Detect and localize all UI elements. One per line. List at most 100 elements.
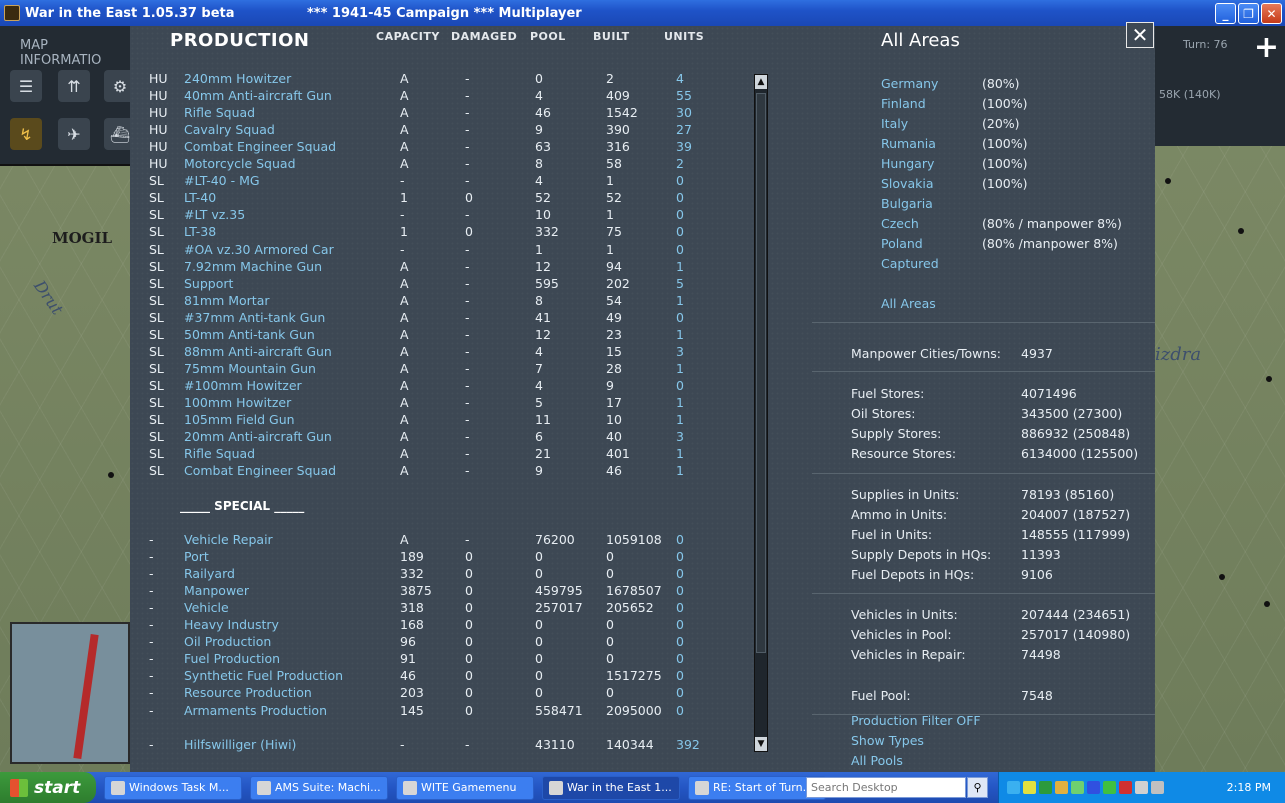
col-pool[interactable]: POOL xyxy=(530,30,566,43)
tray-mail-icon[interactable] xyxy=(1119,781,1132,794)
production-row[interactable]: - Port 189 0 0 0 0 xyxy=(130,549,750,566)
production-row[interactable]: SL 50mm Anti-tank Gun A - 12 23 1 xyxy=(130,327,750,344)
production-row[interactable]: - Heavy Industry 168 0 0 0 0 xyxy=(130,617,750,634)
tray-shield-icon[interactable] xyxy=(1055,781,1068,794)
air-mode-icon[interactable]: ✈ xyxy=(58,118,90,150)
country-name[interactable]: Italy xyxy=(881,116,908,131)
production-row[interactable]: SL 7.92mm Machine Gun A - 12 94 1 xyxy=(130,259,750,276)
country-name[interactable]: Bulgaria xyxy=(881,196,933,211)
row-capacity: A xyxy=(400,463,409,479)
production-row[interactable]: HU Motorcycle Squad A - 8 58 2 xyxy=(130,156,750,173)
production-row[interactable]: HU 40mm Anti-aircraft Gun A - 4 409 55 xyxy=(130,88,750,105)
show-types-link[interactable]: Show Types xyxy=(851,733,924,748)
all-areas-link[interactable]: All Areas xyxy=(881,296,936,311)
production-row[interactable]: SL LT-40 1 0 52 52 0 xyxy=(130,190,750,207)
minimap[interactable] xyxy=(10,622,130,764)
production-row[interactable]: SL Rifle Squad A - 21 401 1 xyxy=(130,446,750,463)
layers-icon[interactable]: ☰ xyxy=(10,70,42,102)
production-row[interactable]: - Armaments Production 145 0 558471 2095000 0 xyxy=(130,703,750,720)
close-window-button[interactable]: ✕ xyxy=(1261,3,1282,24)
production-row[interactable]: - Fuel Production 91 0 0 0 0 xyxy=(130,651,750,668)
production-row[interactable]: SL #37mm Anti-tank Gun A - 41 49 0 xyxy=(130,310,750,327)
country-name[interactable]: Slovakia xyxy=(881,176,933,191)
production-row[interactable]: HU 240mm Howitzer A - 0 2 4 xyxy=(130,71,750,88)
tray-bluetooth-icon[interactable] xyxy=(1087,781,1100,794)
row-built: 140344 xyxy=(606,737,654,752)
col-units[interactable]: UNITS xyxy=(664,30,704,43)
window-title: War in the East 1.05.37 beta xyxy=(25,5,235,21)
tray-monitor-icon[interactable] xyxy=(1135,781,1148,794)
production-row[interactable]: - Oil Production 96 0 0 0 0 xyxy=(130,634,750,651)
maximize-button[interactable]: ❐ xyxy=(1238,3,1259,24)
ground-mode-icon[interactable]: ↯ xyxy=(10,118,42,150)
all-pools-link[interactable]: All Pools xyxy=(851,753,903,768)
col-damaged[interactable]: DAMAGED xyxy=(451,30,517,43)
production-row[interactable]: - Hilfswilliger (Hiwi) - - 43110 140344 392 xyxy=(130,737,750,754)
units-icon[interactable]: ⇈ xyxy=(58,70,90,102)
production-row[interactable]: SL Support A - 595 202 5 xyxy=(130,276,750,293)
production-row[interactable]: SL 88mm Anti-aircraft Gun A - 4 15 3 xyxy=(130,344,750,361)
search-icon[interactable]: ⚲ xyxy=(967,777,988,798)
production-row[interactable]: HU Cavalry Squad A - 9 390 27 xyxy=(130,122,750,139)
row-damaged: 0 xyxy=(465,549,473,565)
scroll-down-arrow-icon[interactable]: ▼ xyxy=(755,737,767,751)
minimize-button[interactable]: _ xyxy=(1215,3,1236,24)
production-row[interactable]: - Railyard 332 0 0 0 0 xyxy=(130,566,750,583)
production-row[interactable]: SL 81mm Mortar A - 8 54 1 xyxy=(130,293,750,310)
stat-value: 343500 (27300) xyxy=(1021,406,1123,421)
production-scrollbar[interactable]: ▲ ▼ xyxy=(754,74,768,752)
tray-green-icon[interactable] xyxy=(1071,781,1084,794)
country-name[interactable]: Captured xyxy=(881,256,939,271)
country-name[interactable]: Poland xyxy=(881,236,923,251)
country-name[interactable]: Finland xyxy=(881,96,926,111)
row-built: 49 xyxy=(606,309,622,325)
col-built[interactable]: BUILT xyxy=(593,30,630,43)
production-row[interactable]: SL 105mm Field Gun A - 11 10 1 xyxy=(130,412,750,429)
country-name[interactable]: Rumania xyxy=(881,136,936,151)
row-units: 1 xyxy=(676,292,684,308)
row-units: 4 xyxy=(676,71,684,86)
production-row[interactable]: SL 75mm Mountain Gun A - 7 28 1 xyxy=(130,361,750,378)
taskbar-item[interactable]: Windows Task M... xyxy=(104,775,242,800)
taskbar-item[interactable]: War in the East 1... xyxy=(542,775,680,800)
tray-app-icon[interactable] xyxy=(1039,781,1052,794)
tray-volume-icon[interactable] xyxy=(1151,781,1164,794)
production-row[interactable]: - Vehicle 318 0 257017 205652 0 xyxy=(130,600,750,617)
taskbar-item[interactable]: WITE Gamemenu xyxy=(396,775,534,800)
col-capacity[interactable]: CAPACITY xyxy=(376,30,440,43)
production-row[interactable]: SL #OA vz.30 Armored Car - - 1 1 0 xyxy=(130,242,750,259)
tray-check-icon[interactable] xyxy=(1103,781,1116,794)
production-row[interactable]: SL LT-38 1 0 332 75 0 xyxy=(130,224,750,241)
production-row[interactable]: - Manpower 3875 0 459795 1678507 0 xyxy=(130,583,750,600)
production-row[interactable]: SL Combat Engineer Squad A - 9 46 1 xyxy=(130,463,750,480)
production-row[interactable]: SL #LT-40 - MG - - 4 1 0 xyxy=(130,173,750,190)
row-capacity: 332 xyxy=(400,566,424,582)
tray-network-icon[interactable] xyxy=(1023,781,1036,794)
country-name[interactable]: Czech xyxy=(881,216,919,231)
close-icon[interactable]: ✕ xyxy=(1126,22,1154,48)
production-row[interactable]: - Synthetic Fuel Production 46 0 0 1517275 0 xyxy=(130,668,750,685)
production-row[interactable]: - Vehicle Repair A - 76200 1059108 0 xyxy=(130,532,750,549)
row-pool: 0 xyxy=(535,634,543,650)
zoom-in-icon[interactable]: + xyxy=(1254,30,1279,65)
taskbar-item[interactable]: AMS Suite: Machi... xyxy=(250,775,388,800)
production-row[interactable]: SL #LT vz.35- -10 1 0 xyxy=(130,207,750,224)
country-name[interactable]: Hungary xyxy=(881,156,934,171)
row-units: 0 xyxy=(676,532,684,547)
country-name[interactable]: Germany xyxy=(881,76,938,91)
production-row[interactable]: SL 100mm Howitzer A - 5 17 1 xyxy=(130,395,750,412)
production-row[interactable]: SL #100mm Howitzer A - 4 9 0 xyxy=(130,378,750,395)
scroll-up-arrow-icon[interactable]: ▲ xyxy=(755,75,767,89)
row-units: 1 xyxy=(676,463,684,479)
tray-arrow-icon[interactable] xyxy=(1007,781,1020,794)
scroll-thumb[interactable] xyxy=(756,93,766,653)
production-row[interactable]: SL 20mm Anti-aircraft Gun A - 6 40 3 xyxy=(130,429,750,446)
production-filter-toggle[interactable]: Production Filter OFF xyxy=(851,713,981,728)
window-title-bar[interactable]: War in the East 1.05.37 beta *** 1941-45… xyxy=(0,0,1285,26)
production-row[interactable]: - Resource Production 203 0 0 0 0 xyxy=(130,685,750,702)
start-button[interactable]: start xyxy=(0,772,96,803)
search-input[interactable]: Search Desktop xyxy=(806,777,966,798)
production-row[interactable]: HU Combat Engineer Squad A - 63 316 39 xyxy=(130,139,750,156)
row-pool: 9 xyxy=(535,122,543,138)
production-row[interactable]: HU Rifle Squad A - 46 1542 30 xyxy=(130,105,750,122)
